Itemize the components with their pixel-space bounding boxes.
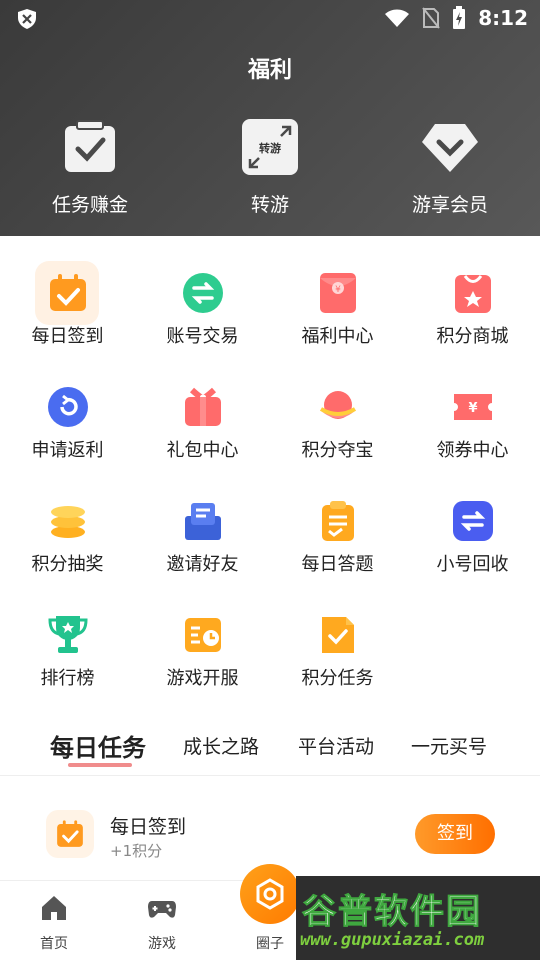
clipboard-answer-icon: [322, 501, 354, 541]
header: 8:12 福利 任务赚金 转游 转游 游享会员: [0, 0, 540, 236]
no-sim-icon: [422, 7, 441, 29]
top-feature-label: 转游: [250, 194, 289, 216]
svg-text:¥: ¥: [335, 285, 341, 295]
top-feature-task-earn[interactable]: 任务赚金: [10, 118, 170, 217]
grid-item-points-lottery[interactable]: 积分抽奖: [0, 464, 135, 578]
task-doc-icon: [322, 617, 354, 653]
grid-item-label: 领券中心: [436, 440, 509, 461]
grid-item-label: 每日签到: [31, 326, 104, 347]
grid-item-label: 福利中心: [301, 326, 374, 347]
svg-text:¥: ¥: [468, 401, 477, 416]
shield-icon: [18, 9, 36, 29]
grid-item-daily-checkin[interactable]: 每日签到: [0, 236, 135, 350]
nav-label: 游戏: [148, 936, 176, 952]
treasure-icon: [319, 391, 357, 419]
home-icon: [42, 896, 66, 920]
calendar-check-icon: [57, 820, 83, 847]
top-feature-label: 游享会员: [411, 194, 488, 216]
recycle-icon: [453, 501, 493, 541]
circle-fab-button[interactable]: [240, 864, 300, 924]
grid-item-label: 每日答题: [301, 554, 374, 575]
grid-item-label: 小号回收: [436, 554, 509, 575]
red-envelope-icon: ¥: [320, 273, 356, 313]
grid-item-invite-friends[interactable]: 邀请好友: [135, 464, 270, 578]
grid-item-label: 积分夺宝: [301, 440, 374, 461]
watermark: 谷普软件园 www.gupuxiazai.com: [296, 876, 540, 960]
grid-item-account-recycle[interactable]: 小号回收: [405, 464, 540, 578]
tab-platform-events[interactable]: 平台活动: [298, 732, 374, 759]
task-icon-bg: [46, 810, 94, 858]
top-feature-vip[interactable]: 游享会员: [370, 118, 530, 217]
grid-item-account-trade[interactable]: 账号交易: [135, 236, 270, 350]
watermark-url: www.gupuxiazai.com: [300, 930, 485, 950]
tab-growth-path[interactable]: 成长之路: [183, 732, 259, 759]
grid-item-label: 游戏开服: [166, 668, 239, 689]
page-title: 福利: [247, 58, 292, 83]
grid-item-points-treasure[interactable]: 积分夺宝: [270, 350, 405, 464]
grid-item-daily-quiz[interactable]: 每日答题: [270, 464, 405, 578]
refund-icon: [48, 387, 88, 427]
wifi-icon: [385, 9, 410, 27]
grid-item-gift-center[interactable]: 礼包中心: [135, 350, 270, 464]
transfer-game-icon: 转游: [242, 119, 298, 175]
exchange-icon: [183, 273, 223, 313]
top-feature-transfer[interactable]: 转游 转游: [190, 118, 350, 217]
nav-home[interactable]: 首页: [14, 893, 94, 953]
grid-item-points-mall[interactable]: 积分商城: [405, 236, 540, 350]
top-feature-label: 任务赚金: [51, 194, 128, 216]
grid-item-label: 邀请好友: [166, 554, 239, 575]
circle-icon: [256, 878, 284, 910]
task-title: 每日签到: [110, 816, 187, 838]
task-reward: +1积分: [110, 842, 163, 860]
grid-item-leaderboard[interactable]: 排行榜: [0, 578, 135, 692]
coupon-icon: ¥: [454, 394, 492, 420]
grid-item-rebate[interactable]: 申请返利: [0, 350, 135, 464]
grid-item-label: 排行榜: [40, 668, 95, 689]
tab-daily-tasks[interactable]: 每日任务: [50, 728, 146, 763]
tab-one-yuan-account[interactable]: 一元买号: [411, 732, 487, 759]
grid-item-label: 积分抽奖: [31, 554, 104, 575]
nav-label: 首页: [40, 936, 68, 952]
grid-item-coupon-center[interactable]: ¥ 领券中心: [405, 350, 540, 464]
gamepad-icon: [148, 901, 176, 918]
watermark-title: 谷普软件园: [302, 892, 482, 933]
grid-item-game-launch[interactable]: 游戏开服: [135, 578, 270, 692]
grid-item-label: 申请返利: [31, 440, 104, 461]
nav-label-circle[interactable]: 圈子: [240, 933, 300, 953]
trophy-icon: [48, 616, 88, 653]
transfer-icon-text: 转游: [259, 141, 281, 155]
gift-icon: [185, 387, 221, 426]
checkbox-icon: [65, 120, 115, 172]
checkin-button[interactable]: 签到: [415, 814, 495, 854]
status-time: 8:12: [478, 6, 528, 30]
grid-item-welfare-center[interactable]: ¥ 福利中心: [270, 236, 405, 350]
battery-charging-icon: [453, 6, 466, 29]
grid-item-label: 礼包中心: [166, 440, 239, 461]
calendar-check-icon: [50, 274, 86, 311]
invite-mail-icon: [185, 503, 221, 540]
task-tabs: 每日任务 成长之路 平台活动 一元买号: [0, 720, 540, 776]
grid-item-label: 积分任务: [301, 668, 374, 689]
server-clock-icon: [185, 618, 221, 652]
grid-item-label: 账号交易: [166, 326, 239, 347]
grid-item-points-task[interactable]: 积分任务: [270, 578, 405, 692]
grid-item-label: 积分商城: [436, 326, 509, 347]
coin-stack-icon: [51, 506, 85, 538]
nav-games[interactable]: 游戏: [122, 893, 202, 953]
vip-diamond-icon: [422, 124, 478, 172]
tab-underline: [68, 763, 132, 767]
shop-bag-icon: [455, 275, 491, 313]
status-bar: 8:12: [0, 0, 540, 36]
